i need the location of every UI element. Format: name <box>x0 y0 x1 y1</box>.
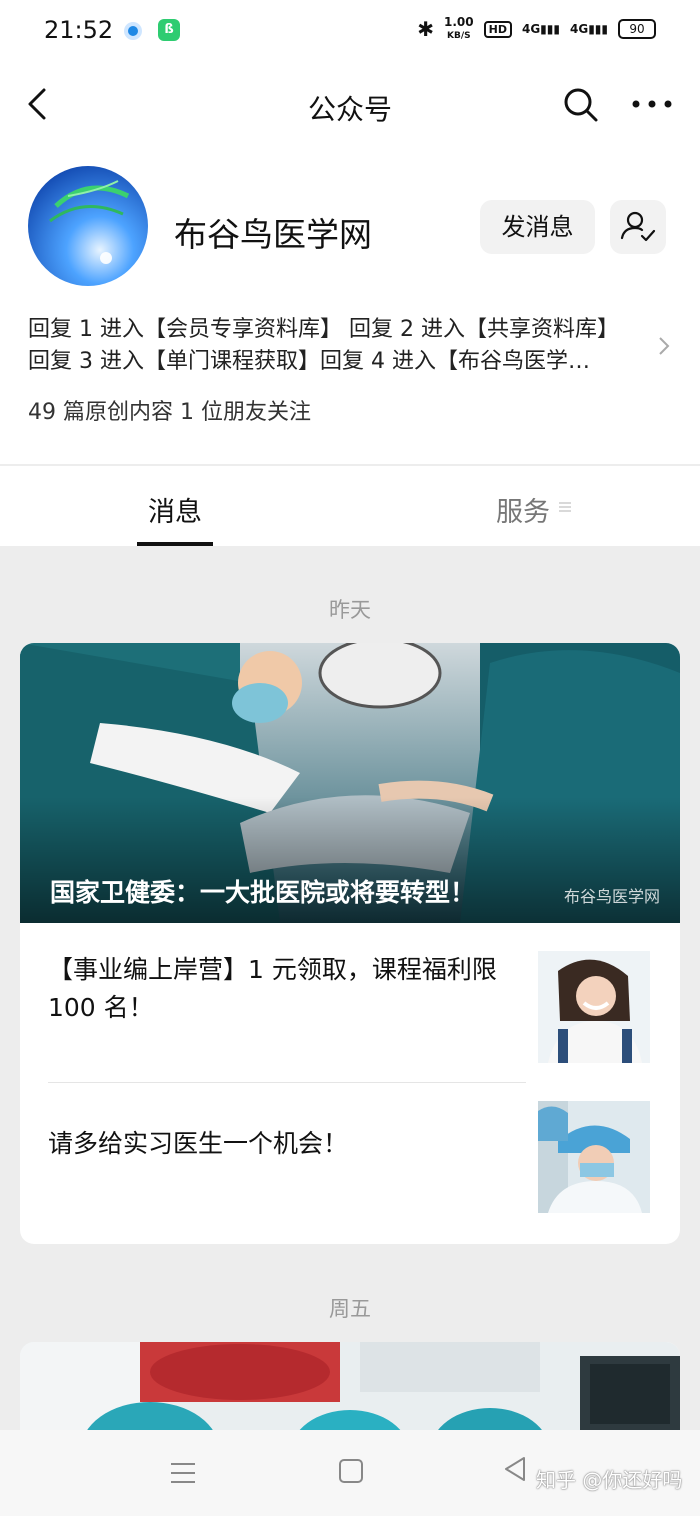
article-thumbnail <box>538 1101 650 1213</box>
signal-icon-2: 4G▮▮▮ <box>569 22 608 36</box>
search-icon[interactable] <box>560 84 600 124</box>
account-name: 布谷鸟医学网 <box>174 215 372 254</box>
more-icon[interactable] <box>628 84 676 124</box>
thumbnail-image <box>538 1101 650 1213</box>
system-navigation-bar: 知乎 @你还好吗 <box>0 1430 700 1516</box>
active-tab-indicator <box>137 542 213 546</box>
date-label: 昨天 <box>329 598 371 622</box>
thumbnail-image <box>538 951 650 1063</box>
battery-icon: 90 <box>618 19 656 39</box>
menu-lines-icon <box>559 502 571 512</box>
hd-icon: HD <box>483 20 512 38</box>
home-icon[interactable] <box>336 1456 366 1486</box>
account-intro[interactable]: 回复 1 进入【会员专享资料库】 回复 2 进入【共享资料库】 回复 3 进入【… <box>28 314 648 378</box>
watermark-text: 知乎 @你还好吗 <box>536 1468 683 1492</box>
cover-article[interactable]: 国家卫健委：一大批医院或将要转型！ 布谷鸟医学网 <box>20 643 680 923</box>
account-profile: 布谷鸟医学网 发消息 回复 1 进入【会员专享资料库】 回复 2 进入【共享资料… <box>0 148 700 464</box>
account-stats: 49 篇原创内容 1 位朋友关注 <box>28 400 311 425</box>
intro-line: 回复 3 进入【单门课程获取】回复 4 进入【布谷鸟医学… <box>28 349 590 374</box>
article-title: 【事业编上岸营】1 元领取，课程福利限 100 名！ <box>48 955 497 1022</box>
signal-label-1: 4G <box>521 22 541 36</box>
account-avatar[interactable] <box>28 166 148 286</box>
app-notification-icon <box>124 22 142 40</box>
tab-bar: 消息 服务 <box>0 466 700 546</box>
avatar-image <box>28 166 148 286</box>
chevron-right-icon[interactable] <box>656 334 672 358</box>
network-speed-value: 1.00 <box>444 15 474 29</box>
app-badge-icon: ß <box>158 19 180 41</box>
user-check-icon <box>620 211 656 242</box>
date-label: 周五 <box>329 1297 371 1321</box>
article-group-card: 国家卫健委：一大批医院或将要转型！ 布谷鸟医学网 【事业编上岸营】1 元领取，课… <box>20 643 680 1244</box>
article-item[interactable]: 【事业编上岸营】1 元领取，课程福利限 100 名！ <box>20 923 680 1071</box>
signal-label-2: 4G <box>569 22 589 36</box>
network-speed: 1.00 KB/S <box>444 16 474 42</box>
signal-icon-1: 4G▮▮▮ <box>521 22 560 36</box>
status-bar: 21:52 ß ✱ 1.00 KB/S HD 4G▮▮▮ 4G▮▮▮ 90 <box>0 0 700 62</box>
status-time: 21:52 <box>44 16 114 44</box>
recent-apps-icon[interactable] <box>168 1458 198 1488</box>
cover-title: 国家卫健委：一大批医院或将要转型！ <box>50 878 476 907</box>
following-button[interactable] <box>610 200 666 254</box>
cover-watermark: 布谷鸟医学网 <box>563 887 660 906</box>
network-speed-unit: KB/S <box>447 31 471 41</box>
tab-service[interactable]: 服务 <box>496 490 550 529</box>
article-thumbnail <box>538 951 650 1063</box>
article-title: 请多给实习医生一个机会！ <box>48 1129 349 1158</box>
bluetooth-icon: ✱ <box>417 17 435 41</box>
tab-messages[interactable]: 消息 <box>148 490 202 529</box>
intro-line: 回复 1 进入【会员专享资料库】 回复 2 进入【共享资料库】 <box>28 317 619 342</box>
send-message-button[interactable]: 发消息 <box>480 200 595 254</box>
status-indicators: ✱ 1.00 KB/S HD 4G▮▮▮ 4G▮▮▮ 90 <box>417 16 656 42</box>
nav-bar: 公众号 <box>0 62 700 148</box>
battery-level: 90 <box>629 22 645 36</box>
back-icon[interactable] <box>500 1454 530 1484</box>
article-item[interactable]: 请多给实习医生一个机会！ <box>20 1083 680 1231</box>
